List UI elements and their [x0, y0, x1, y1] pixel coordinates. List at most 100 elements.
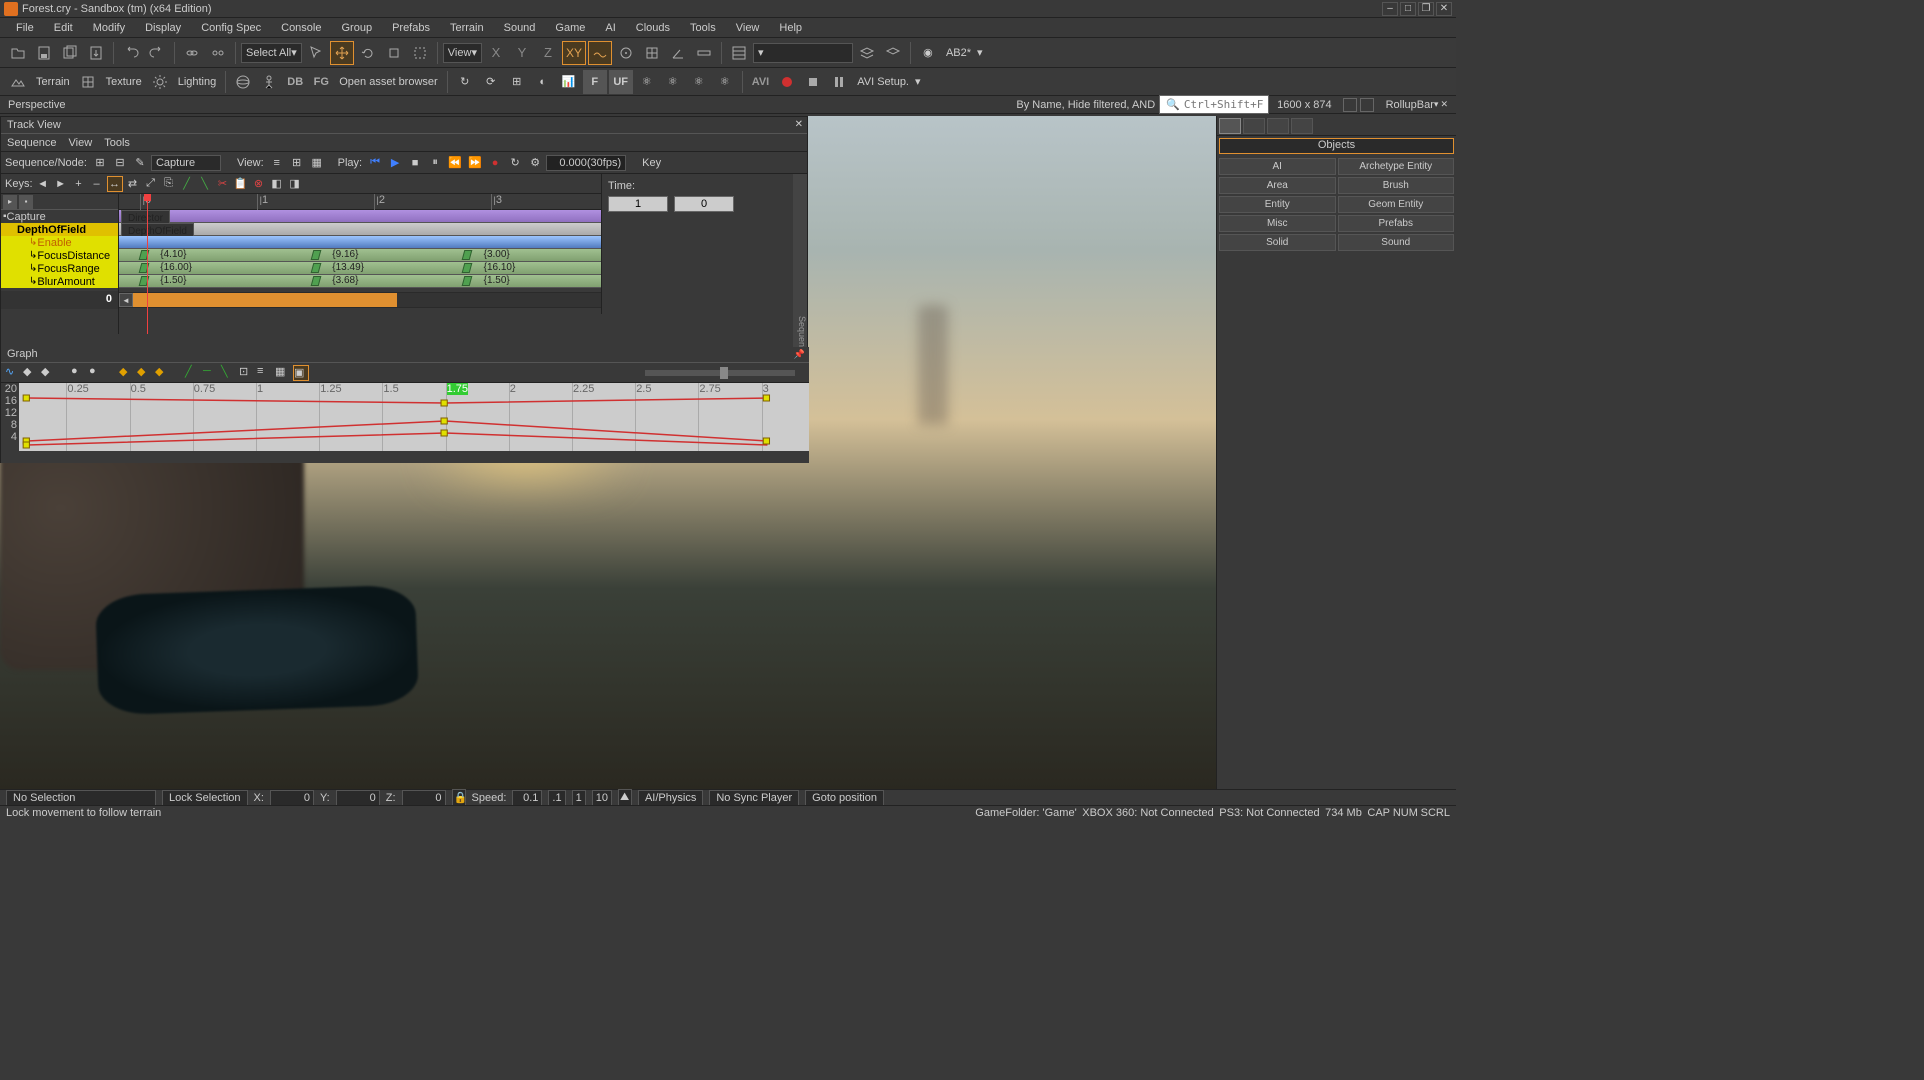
key-paste-icon[interactable]: 📋: [233, 176, 249, 192]
search-input[interactable]: 🔍 Ctrl+Shift+F: [1159, 95, 1269, 114]
terrain-tool-icon[interactable]: [6, 70, 30, 94]
key-value-input[interactable]: [674, 196, 734, 212]
open-asset-browser-button[interactable]: Open asset browser: [335, 76, 441, 88]
key-time-input[interactable]: [608, 196, 668, 212]
g-grid-icon[interactable]: ▦: [275, 365, 291, 381]
lighting-label[interactable]: Lighting: [174, 76, 221, 88]
tree-focusdistance[interactable]: ↳ FocusDistance: [1, 249, 118, 262]
saveall-icon[interactable]: [58, 41, 82, 65]
menu-tools[interactable]: Tools: [682, 19, 724, 37]
menu-display[interactable]: Display: [137, 19, 189, 37]
g-key1-icon[interactable]: ●: [71, 365, 87, 381]
y-input[interactable]: 0: [336, 790, 380, 806]
obj-archetype-button[interactable]: Archetype Entity: [1338, 158, 1455, 175]
menu-game[interactable]: Game: [547, 19, 593, 37]
ab2-dropdown-icon[interactable]: ▾: [977, 46, 983, 59]
g-c1-icon[interactable]: ◆: [119, 365, 135, 381]
tree-icon[interactable]: ▪: [19, 195, 33, 209]
fg-button[interactable]: FG: [309, 70, 333, 94]
physics4-icon[interactable]: ⚛: [713, 70, 737, 94]
terrain-label[interactable]: Terrain: [32, 76, 74, 88]
rollup-tab-modify[interactable]: [1243, 118, 1265, 134]
snap-grid-icon[interactable]: [640, 41, 664, 65]
tree-expand-icon[interactable]: ▸: [3, 195, 17, 209]
rollup-tab-layers[interactable]: [1291, 118, 1313, 134]
select-icon[interactable]: [304, 41, 328, 65]
tv-menu-sequence[interactable]: Sequence: [7, 137, 57, 149]
menu-edit[interactable]: Edit: [46, 19, 81, 37]
minimize-button[interactable]: –: [1382, 2, 1398, 16]
g-fit-icon[interactable]: ⊡: [239, 365, 255, 381]
unlink-icon[interactable]: [206, 41, 230, 65]
ruler-icon[interactable]: [692, 41, 716, 65]
playhead[interactable]: [147, 194, 148, 334]
rollup-close-icon[interactable]: ✕: [1440, 99, 1448, 110]
key-extra3-icon[interactable]: ◨: [287, 176, 303, 192]
menu-file[interactable]: File: [8, 19, 42, 37]
key-extra1-icon[interactable]: ⊗: [251, 176, 267, 192]
axis-z-button[interactable]: Z: [536, 41, 560, 65]
g-key2-icon[interactable]: ●: [89, 365, 105, 381]
tree-dof[interactable]: DepthOfField: [1, 223, 118, 236]
scroll-left-icon[interactable]: ◄: [119, 293, 133, 307]
tv-play-icon[interactable]: ▶: [386, 154, 404, 172]
menu-group[interactable]: Group: [333, 19, 380, 37]
menu-modify[interactable]: Modify: [85, 19, 133, 37]
physics2-icon[interactable]: ⚛: [661, 70, 685, 94]
open-icon[interactable]: [6, 41, 30, 65]
selectarea-icon[interactable]: [408, 41, 432, 65]
rollup-dropdown-icon[interactable]: ▾: [1434, 99, 1439, 110]
stop-icon[interactable]: [801, 70, 825, 94]
tv-loop-icon[interactable]: ↻: [506, 154, 524, 172]
terrain-collision-icon[interactable]: ⛰: [618, 789, 632, 806]
key-prev-icon[interactable]: ◄: [35, 176, 51, 192]
ab2-label[interactable]: AB2*: [942, 47, 975, 59]
aiphysics-button[interactable]: AI/Physics: [638, 790, 703, 806]
coord-system-dropdown[interactable]: View ▾: [443, 43, 482, 63]
trackview-close-icon[interactable]: ✕: [795, 119, 803, 130]
character-icon[interactable]: [257, 70, 281, 94]
obj-sound-button[interactable]: Sound: [1338, 234, 1455, 251]
tv-menu-tools[interactable]: Tools: [104, 137, 130, 149]
pause-icon[interactable]: [827, 70, 851, 94]
key-next-icon[interactable]: ►: [53, 176, 69, 192]
select-filter-dropdown[interactable]: Select All ▾: [241, 43, 302, 63]
key-tangent2-icon[interactable]: ╲: [197, 176, 213, 192]
obj-prefabs-button[interactable]: Prefabs: [1338, 215, 1455, 232]
obj-entity-button[interactable]: Entity: [1219, 196, 1336, 213]
tv-gostart-icon[interactable]: ⏮: [366, 154, 384, 172]
g-c2-icon[interactable]: ◆: [137, 365, 153, 381]
ab-icon[interactable]: ◉: [916, 41, 940, 65]
key-cut-icon[interactable]: ✂: [215, 176, 231, 192]
tv-menu-view[interactable]: View: [69, 137, 93, 149]
obj-misc-button[interactable]: Misc: [1219, 215, 1336, 232]
close-button[interactable]: ✕: [1436, 2, 1452, 16]
redo-icon[interactable]: [145, 41, 169, 65]
terrain-follow-icon[interactable]: [588, 41, 612, 65]
lock-xyz-icon[interactable]: 🔒: [452, 789, 466, 806]
save-icon[interactable]: [32, 41, 56, 65]
rollup-tab-create[interactable]: [1219, 118, 1241, 134]
menu-ai[interactable]: AI: [597, 19, 623, 37]
viewport[interactable]: Track View ✕ Sequence View Tools Sequenc…: [0, 116, 1216, 791]
seq-name-input[interactable]: [151, 155, 221, 171]
gotoposition-button[interactable]: Goto position: [805, 790, 884, 806]
menu-configspec[interactable]: Config Spec: [193, 19, 269, 37]
tree-focusrange[interactable]: ↳ FocusRange: [1, 262, 118, 275]
tv-pause-icon[interactable]: ⏸: [426, 154, 444, 172]
g-c3-icon[interactable]: ◆: [155, 365, 171, 381]
reload-terrain-icon[interactable]: ◐: [531, 70, 555, 94]
scale-icon[interactable]: [382, 41, 406, 65]
move-icon[interactable]: [330, 41, 354, 65]
g-spline-icon[interactable]: ∿: [5, 365, 21, 381]
avi-setup-dropdown-icon[interactable]: ▾: [915, 75, 921, 88]
speed-1-button[interactable]: 1: [572, 790, 586, 806]
record-icon[interactable]: [775, 70, 799, 94]
tv-stepback-icon[interactable]: ⏪: [446, 154, 464, 172]
obj-brush-button[interactable]: Brush: [1338, 177, 1455, 194]
key-tangent1-icon[interactable]: ╱: [179, 176, 195, 192]
axis-x-button[interactable]: X: [484, 41, 508, 65]
g-active-icon[interactable]: ▣: [293, 365, 309, 381]
snap-angle-icon[interactable]: [666, 41, 690, 65]
speed-input[interactable]: 0.1: [512, 790, 542, 806]
